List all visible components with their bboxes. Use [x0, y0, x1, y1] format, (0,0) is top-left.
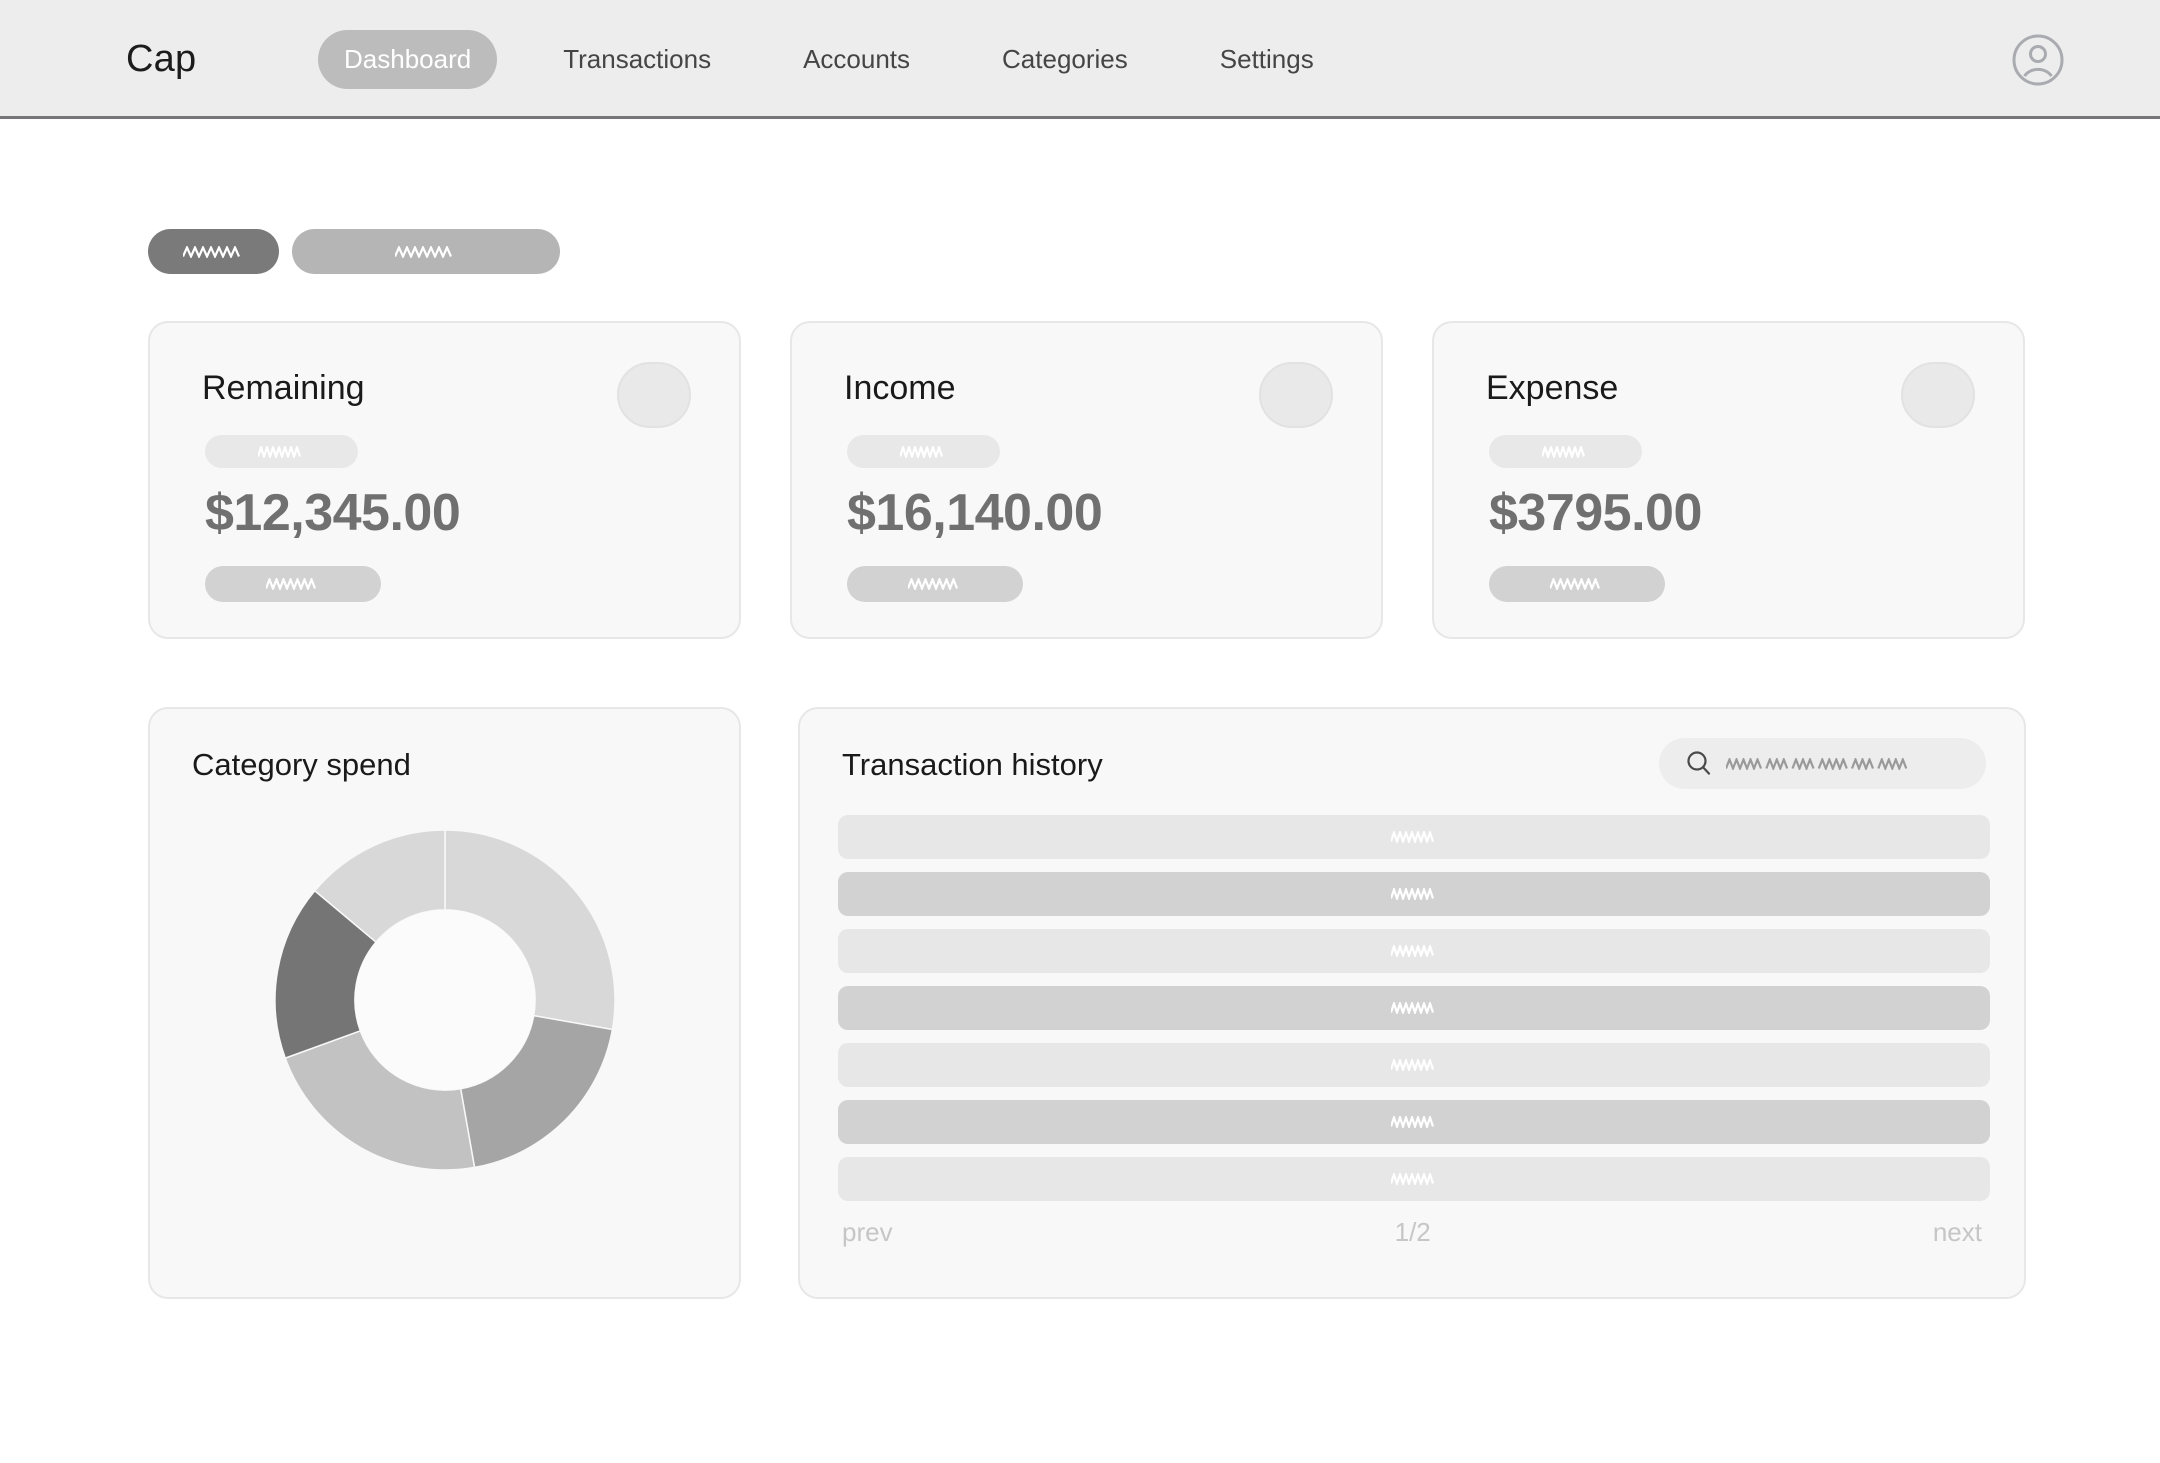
stat-card-subtitle-placeholder [847, 435, 1000, 468]
card-badge-placeholder-icon[interactable] [1901, 362, 1975, 428]
donut-hole [354, 909, 535, 1091]
pagination-page-indicator: 1/2 [1394, 1217, 1431, 1247]
range-toggle-group [148, 229, 560, 274]
range-toggle-secondary[interactable] [292, 229, 560, 274]
transaction-row[interactable] [838, 872, 1990, 916]
stat-card-subtitle-placeholder [1489, 435, 1642, 468]
nav-item-dashboard[interactable]: Dashboard [318, 30, 498, 89]
card-badge-placeholder-icon[interactable] [617, 362, 691, 428]
stat-card-footer-placeholder[interactable] [1489, 566, 1665, 602]
stat-card-subtitle-placeholder [205, 435, 358, 468]
stat-card-amount: $3795.00 [1489, 484, 1702, 542]
transaction-history-panel: Transaction history prev 1/2 next [798, 707, 2026, 1299]
stat-card-remaining: Remaining $12,345.00 [148, 321, 741, 639]
stat-card-expense: Expense $3795.00 [1432, 321, 2025, 639]
category-spend-donut-chart[interactable] [260, 815, 630, 1190]
stat-card-income: Income $16,140.00 [790, 321, 1383, 639]
transaction-row[interactable] [838, 815, 1990, 859]
stat-card-title: Income [844, 369, 956, 407]
stat-card-row: Remaining $12,345.00 Income $16,140.00 Expen… [148, 321, 2025, 639]
transaction-row[interactable] [838, 929, 1990, 973]
nav-item-categories[interactable]: Categories [976, 30, 1154, 89]
stat-card-footer-placeholder[interactable] [847, 566, 1023, 602]
search-input[interactable] [1659, 738, 1986, 789]
brand-logo[interactable]: Cap [126, 38, 196, 81]
nav-item-accounts[interactable]: Accounts [777, 30, 936, 89]
stat-card-amount: $16,140.00 [847, 484, 1103, 542]
transaction-row[interactable] [838, 1100, 1990, 1144]
range-toggle-primary[interactable] [148, 229, 279, 274]
search-placeholder [1726, 757, 1912, 770]
transaction-row[interactable] [838, 1043, 1990, 1087]
panel-row: Category spend Transaction history prev … [148, 707, 2026, 1299]
nav-item-transactions[interactable]: Transactions [537, 30, 737, 89]
dashboard-page: Remaining $12,345.00 Income $16,140.00 Expen… [0, 119, 2160, 1463]
category-spend-panel: Category spend [148, 707, 741, 1299]
pagination-next-button[interactable]: next [1933, 1217, 1982, 1248]
pagination-prev-button[interactable]: prev [842, 1217, 893, 1248]
stat-card-footer-placeholder[interactable] [205, 566, 381, 602]
stat-card-title: Expense [1486, 369, 1619, 407]
category-spend-title: Category spend [192, 747, 411, 782]
transaction-history-title: Transaction history [842, 747, 1103, 782]
user-avatar-icon[interactable] [2012, 34, 2064, 86]
stat-card-amount: $12,345.00 [205, 484, 461, 542]
card-badge-placeholder-icon[interactable] [1259, 362, 1333, 428]
search-icon [1684, 749, 1714, 779]
app-header: Cap Dashboard Transactions Accounts Categor… [0, 0, 2160, 119]
stat-card-title: Remaining [202, 369, 365, 407]
transaction-row[interactable] [838, 1157, 1990, 1201]
nav-item-settings[interactable]: Settings [1194, 30, 1340, 89]
pagination: prev 1/2 next [842, 1217, 1982, 1248]
transaction-row[interactable] [838, 986, 1990, 1030]
main-nav: Dashboard Transactions Accounts Categories S… [318, 30, 1340, 89]
transaction-list [838, 815, 1990, 1214]
